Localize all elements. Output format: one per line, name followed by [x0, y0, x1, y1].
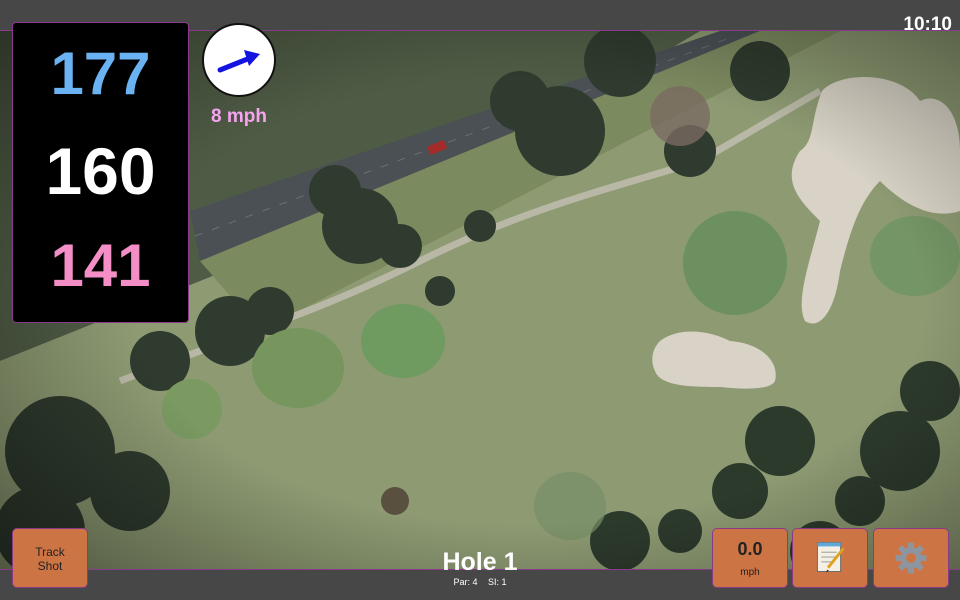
track-shot-label-line1: Track	[35, 545, 65, 559]
wind-arrow-icon	[217, 50, 260, 73]
hole-title: Hole 1	[442, 548, 518, 576]
front-distance: 141	[50, 232, 151, 299]
gear-icon	[895, 542, 927, 574]
speed-button[interactable]: 0.0 mph	[712, 528, 788, 588]
wind-indicator	[202, 23, 276, 97]
par-label: Par: 4	[453, 577, 478, 587]
speed-unit: mph	[740, 567, 760, 578]
track-shot-label-line2: Shot	[37, 559, 63, 573]
middle-distance: 160	[45, 134, 156, 208]
notepad-icon	[816, 542, 845, 573]
wind-speed: 8 mph	[211, 106, 267, 127]
speed-value: 0.0	[737, 539, 763, 559]
back-distance: 177	[50, 40, 151, 107]
settings-button[interactable]	[873, 528, 949, 588]
distance-panel: 177 160 141	[12, 22, 189, 323]
hole-info: Par: 4 SI: 1	[380, 577, 580, 587]
stroke-index-label: SI: 1	[488, 577, 507, 587]
track-shot-button[interactable]: Track Shot	[12, 528, 88, 588]
notes-button[interactable]	[792, 528, 868, 588]
